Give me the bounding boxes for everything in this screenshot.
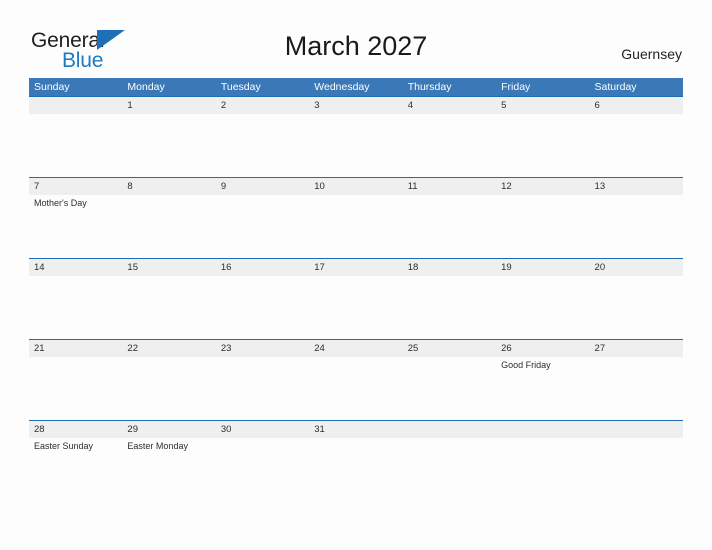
calendar-page: General Blue March 2027 Guernsey Sunday … [0,0,712,550]
week-date-band: 14 15 16 17 18 19 20 [29,259,683,276]
day-number[interactable]: 24 [309,340,402,357]
day-event [29,276,122,338]
day-event [309,276,402,338]
dow-thursday: Thursday [407,81,452,93]
day-number[interactable]: 31 [309,421,402,438]
day-event [309,114,402,176]
day-event [216,357,309,419]
page-title: March 2027 [284,31,428,61]
calendar-week-row: 28 29 30 31 Easter Sunday Easter Monday [29,420,683,501]
week-date-band: 21 22 23 24 25 26 27 [29,340,683,357]
day-event [496,114,589,176]
day-event [122,195,215,257]
week-event-band: Good Friday [29,357,683,419]
day-event [590,195,683,257]
day-number[interactable]: 1 [122,97,215,114]
week-date-band: 1 2 3 4 5 6 [29,97,683,114]
day-number[interactable]: 14 [29,259,122,276]
day-number[interactable]: 9 [216,178,309,195]
day-event [403,195,496,257]
day-number[interactable]: 7 [29,178,122,195]
week-event-band [29,114,683,176]
day-event [403,357,496,419]
week-date-band: 7 8 9 10 11 12 13 [29,178,683,195]
dow-saturday: Saturday [594,81,637,93]
day-event [309,438,402,500]
day-event [29,114,122,176]
day-number[interactable]: 16 [216,259,309,276]
day-event: Easter Sunday [34,441,94,451]
dow-monday: Monday [127,81,165,93]
day-number[interactable]: 8 [122,178,215,195]
day-number[interactable]: 25 [403,340,496,357]
day-event [590,114,683,176]
day-number[interactable]: 3 [309,97,402,114]
day-event [309,357,402,419]
day-of-week-header: Sunday Monday Tuesday Wednesday Thursday… [29,78,683,96]
day-number[interactable] [403,421,496,438]
day-number[interactable]: 4 [403,97,496,114]
calendar-week-row: 1 2 3 4 5 6 [29,96,683,177]
day-event [590,276,683,338]
day-number[interactable]: 18 [403,259,496,276]
day-event: Mother's Day [34,198,87,208]
page-header: General Blue March 2027 Guernsey [0,0,712,76]
day-number[interactable]: 29 [122,421,215,438]
day-number[interactable] [590,421,683,438]
day-event [403,438,496,500]
day-event [216,276,309,338]
calendar-week-row: 21 22 23 24 25 26 27 Good Friday [29,339,683,420]
day-event [496,195,589,257]
locale-label: Guernsey [621,46,682,62]
day-event: Easter Monday [127,441,188,451]
day-number[interactable]: 26 [496,340,589,357]
day-number[interactable] [29,97,122,114]
calendar-week-row: 14 15 16 17 18 19 20 [29,258,683,339]
day-number[interactable]: 21 [29,340,122,357]
day-number[interactable]: 30 [216,421,309,438]
day-number[interactable]: 13 [590,178,683,195]
day-number[interactable]: 6 [590,97,683,114]
day-number[interactable]: 12 [496,178,589,195]
day-number[interactable]: 22 [122,340,215,357]
day-event [403,276,496,338]
day-event: Good Friday [501,360,551,370]
week-date-band: 28 29 30 31 [29,421,683,438]
day-event [496,438,589,500]
day-number[interactable]: 10 [309,178,402,195]
week-event-band: Mother's Day [29,195,683,257]
dow-friday: Friday [501,81,531,93]
day-number[interactable]: 2 [216,97,309,114]
dow-tuesday: Tuesday [220,81,261,93]
calendar-week-row: 7 8 9 10 11 12 13 Mother's Day [29,177,683,258]
dow-sunday: Sunday [34,81,70,93]
day-number[interactable]: 15 [122,259,215,276]
day-event [590,438,683,500]
day-number[interactable]: 19 [496,259,589,276]
week-event-band: Easter Sunday Easter Monday [29,438,683,500]
day-event [590,357,683,419]
day-event [496,276,589,338]
day-event [122,276,215,338]
day-event [216,438,309,500]
day-event [122,114,215,176]
day-number[interactable]: 28 [29,421,122,438]
week-event-band [29,276,683,338]
day-event [403,114,496,176]
calendar-grid: Sunday Monday Tuesday Wednesday Thursday… [29,78,683,501]
dow-wednesday: Wednesday [314,81,370,93]
day-number[interactable]: 27 [590,340,683,357]
day-number[interactable] [496,421,589,438]
day-number[interactable]: 11 [403,178,496,195]
day-event [216,114,309,176]
day-number[interactable]: 17 [309,259,402,276]
day-event [309,195,402,257]
day-number[interactable]: 5 [496,97,589,114]
day-event [216,195,309,257]
day-number[interactable]: 23 [216,340,309,357]
day-event [122,357,215,419]
day-event [29,357,122,419]
day-number[interactable]: 20 [590,259,683,276]
